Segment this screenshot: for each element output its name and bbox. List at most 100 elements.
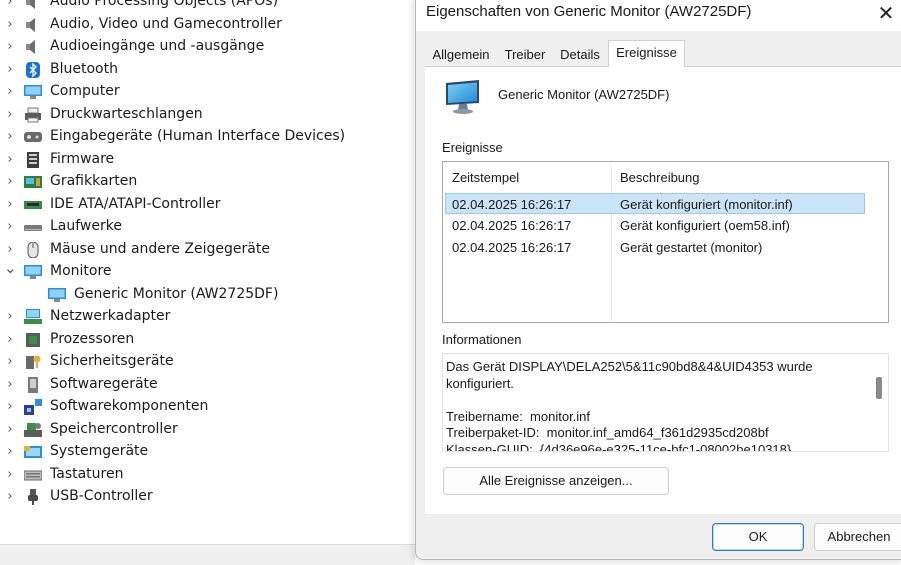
chevron-right-icon[interactable]: › xyxy=(4,107,16,123)
chevron-right-icon[interactable]: › xyxy=(4,242,16,258)
event-row[interactable]: 02.04.2025 16:26:17 Gerät konfiguriert (… xyxy=(445,193,865,214)
dialog-titlebar[interactable]: Eigenschaften von Generic Monitor (AW272… xyxy=(416,0,901,31)
chevron-right-icon[interactable]: › xyxy=(4,0,16,10)
software-component-icon xyxy=(24,399,42,415)
tree-category-item[interactable]: › Audio Processing Objects (APOs) xyxy=(0,0,415,13)
events-table[interactable]: Zeitstempel Beschreibung 02.04.2025 16:2… xyxy=(442,161,889,323)
tab-allgemein[interactable]: Allgemein xyxy=(428,44,494,67)
event-timestamp: 02.04.2025 16:26:17 xyxy=(452,197,572,212)
printer-icon xyxy=(24,107,42,123)
chevron-right-icon[interactable]: › xyxy=(4,489,16,505)
tree-item-label: Firmware xyxy=(50,150,115,167)
scrollbar-thumb[interactable] xyxy=(876,377,882,399)
chevron-right-icon[interactable]: › xyxy=(4,129,16,145)
tree-category-item[interactable]: › Eingabegeräte (Human Interface Devices) xyxy=(0,126,415,148)
system-device-icon xyxy=(24,444,42,460)
tree-category-item[interactable]: › IDE ATA/ATAPI-Controller xyxy=(0,194,415,216)
tree-item-label: Tastaturen xyxy=(50,465,124,482)
info-label: Informationen xyxy=(442,332,522,347)
tree-category-item[interactable]: › Grafikkarten xyxy=(0,171,415,193)
tab-treiber[interactable]: Treiber xyxy=(500,44,550,67)
speaker-icon xyxy=(24,0,42,10)
events-label: Ereignisse xyxy=(442,140,503,155)
close-icon[interactable]: ✕ xyxy=(872,1,900,27)
info-scrollbar[interactable] xyxy=(872,356,886,451)
tree-item-label: Audio Processing Objects (APOs) xyxy=(50,0,279,9)
event-timestamp: 02.04.2025 16:26:17 xyxy=(452,218,572,233)
tree-category-item[interactable]: › Mäuse und andere Zeigegeräte xyxy=(0,239,415,261)
tree-device-item[interactable]: Generic Monitor (AW2725DF) xyxy=(0,284,415,306)
info-text[interactable]: Das Gerät DISPLAY\DELA252\5&11c90bd8&4&U… xyxy=(446,359,856,451)
bluetooth-icon xyxy=(24,61,42,78)
column-header-beschreibung[interactable]: Beschreibung xyxy=(620,170,700,185)
tree-item-label: Laufwerke xyxy=(50,218,122,234)
chevron-right-icon[interactable]: › xyxy=(4,399,16,415)
tree-category-item[interactable]: › Bluetooth xyxy=(0,59,415,81)
chevron-right-icon[interactable]: › xyxy=(4,17,16,33)
event-row[interactable]: 02.04.2025 16:26:17 Gerät konfiguriert (… xyxy=(445,215,865,236)
ok-button[interactable]: OK xyxy=(712,523,804,551)
chevron-right-icon[interactable]: › xyxy=(4,422,16,438)
tree-item-label: Netzwerkadapter xyxy=(50,308,171,324)
chevron-down-icon[interactable]: ⌄ xyxy=(4,260,17,276)
chevron-right-icon[interactable]: › xyxy=(4,152,16,168)
dialog-title: Eigenschaften von Generic Monitor (AW272… xyxy=(426,3,752,20)
cancel-button[interactable]: Abbrechen xyxy=(814,523,901,551)
chevron-right-icon[interactable]: › xyxy=(4,444,16,460)
event-description: Gerät konfiguriert (oem58.inf) xyxy=(620,218,790,233)
tree-category-item[interactable]: › Audio, Video und Gamecontroller xyxy=(0,14,415,36)
tree-category-item[interactable]: › Audioeingänge und -ausgänge xyxy=(0,36,415,58)
tree-item-label: Druckwarteschlangen xyxy=(50,105,203,122)
chevron-right-icon[interactable]: › xyxy=(4,197,16,213)
chevron-right-icon[interactable]: › xyxy=(4,354,16,370)
tree-item-label: Bluetooth xyxy=(50,60,118,77)
tree-category-item[interactable]: › Computer xyxy=(0,81,415,103)
chevron-right-icon[interactable]: › xyxy=(4,377,16,393)
chevron-right-icon[interactable]: › xyxy=(4,467,16,483)
tree-item-label: Audioeingänge und -ausgänge xyxy=(50,38,265,54)
tree-category-item[interactable]: › Tastaturen xyxy=(0,464,415,486)
tree-category-item[interactable]: ⌄ Monitore xyxy=(0,260,415,283)
security-device-icon xyxy=(24,354,42,370)
tree-item-label: IDE ATA/ATAPI-Controller xyxy=(50,195,221,212)
tree-item-label: Audio, Video und Gamecontroller xyxy=(50,15,282,32)
chevron-right-icon[interactable]: › xyxy=(4,174,16,190)
tree-category-item[interactable]: › Softwaregeräte xyxy=(0,374,415,396)
tree-category-item[interactable]: › Firmware xyxy=(0,149,415,171)
event-row[interactable]: 02.04.2025 16:26:17 Gerät gestartet (mon… xyxy=(445,237,865,258)
chevron-right-icon[interactable]: › xyxy=(4,219,16,235)
tree-item-label: Grafikkarten xyxy=(50,173,138,189)
tree-category-item[interactable]: › USB-Controller xyxy=(0,486,415,508)
show-all-events-button[interactable]: Alle Ereignisse anzeigen... xyxy=(443,467,669,495)
chevron-right-icon[interactable]: › xyxy=(4,62,16,78)
tree-category-item[interactable]: › Speichercontroller xyxy=(0,419,415,441)
tree-category-item[interactable]: › Druckwarteschlangen xyxy=(0,104,415,126)
info-textbox[interactable]: Das Gerät DISPLAY\DELA252\5&11c90bd8&4&U… xyxy=(442,353,889,452)
speaker-icon xyxy=(24,39,42,55)
network-adapter-icon xyxy=(24,309,42,325)
tree-category-item[interactable]: › Prozessoren xyxy=(0,329,415,351)
chevron-right-icon[interactable]: › xyxy=(4,84,16,100)
tree-item-label: Softwarekomponenten xyxy=(50,398,209,414)
tree-category-item[interactable]: › Sicherheitsgeräte xyxy=(0,351,415,373)
chevron-right-icon[interactable]: › xyxy=(4,309,16,325)
column-header-zeitstempel[interactable]: Zeitstempel xyxy=(452,170,519,185)
tree-item-label: Mäuse und andere Zeigegeräte xyxy=(50,240,270,257)
tree-item-label: Monitore xyxy=(50,263,112,279)
tree-category-item[interactable]: › Systemgeräte xyxy=(0,441,415,463)
tree-item-label: Sicherheitsgeräte xyxy=(50,353,174,369)
processor-icon xyxy=(24,332,42,348)
tree-item-label: Generic Monitor (AW2725DF) xyxy=(74,285,279,302)
tree-category-item[interactable]: › Laufwerke xyxy=(0,216,415,238)
tree-item-label: Eingabegeräte (Human Interface Devices) xyxy=(50,128,346,144)
chevron-right-icon[interactable]: › xyxy=(4,332,16,348)
tree-category-item[interactable]: › Netzwerkadapter xyxy=(0,306,415,328)
firmware-icon xyxy=(24,151,42,168)
tree-item-label: Prozessoren xyxy=(50,330,135,347)
status-bar xyxy=(0,544,415,565)
tab-details[interactable]: Details xyxy=(556,44,604,67)
tree-item-label: Speichercontroller xyxy=(50,420,178,437)
tree-category-item[interactable]: › Softwarekomponenten xyxy=(0,396,415,418)
chevron-right-icon[interactable]: › xyxy=(4,39,16,55)
tab-ereignisse[interactable]: Ereignisse xyxy=(608,40,685,67)
